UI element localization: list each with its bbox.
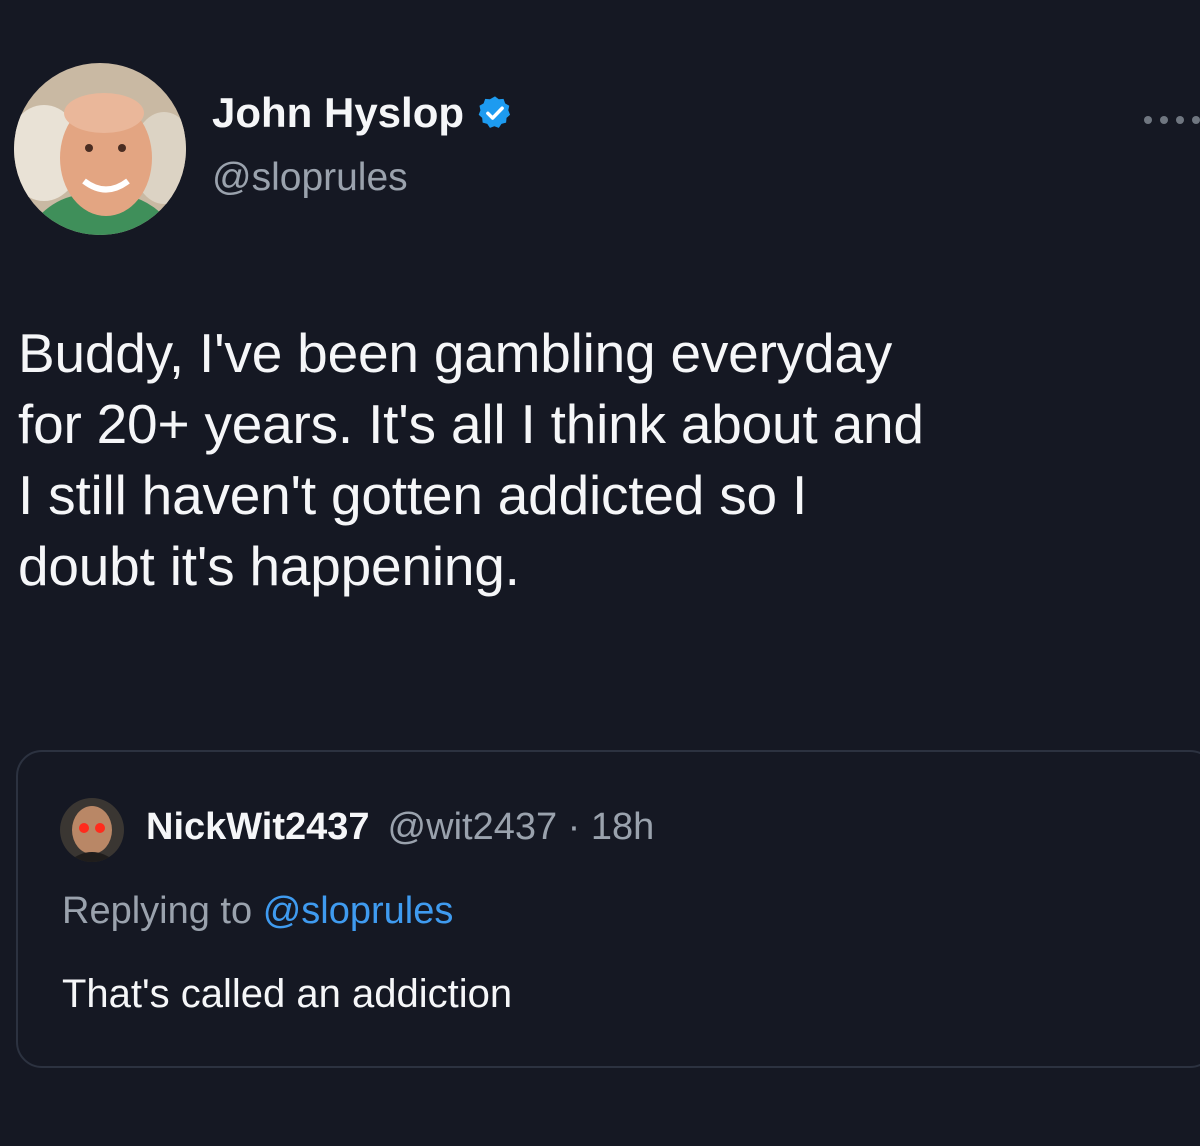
quoted-display-name[interactable]: NickWit2437 [146,808,370,846]
tweet: John Hyslop @sloprules Buddy, I've been … [0,0,1200,1146]
more-options-icon[interactable] [1140,110,1200,130]
author-name-row: John Hyslop [212,92,514,134]
quoted-handle[interactable]: @wit2437 [388,806,558,848]
author-display-name[interactable]: John Hyslop [212,92,464,134]
quoted-meta: @wit2437 · 18h [388,808,655,846]
author-handle[interactable]: @sloprules [212,158,408,197]
author-avatar[interactable] [14,63,186,235]
replying-to-line: Replying to @sloprules [62,892,453,930]
meta-separator: · [567,806,581,848]
quoted-header: NickWit2437 @wit2437 · 18h [146,808,654,846]
quoted-tweet-text: That's called an addiction [62,972,513,1016]
quoted-timestamp[interactable]: 18h [591,806,654,848]
quoted-author-avatar[interactable] [60,798,124,862]
replying-to-label: Replying to [62,890,253,932]
verified-badge-icon [476,94,514,132]
tweet-text: Buddy, I've been gambling everyday for 2… [18,322,924,597]
quoted-tweet-card[interactable]: NickWit2437 @wit2437 · 18h Replying to @… [16,750,1200,1068]
replying-to-mention[interactable]: @sloprules [263,890,454,932]
